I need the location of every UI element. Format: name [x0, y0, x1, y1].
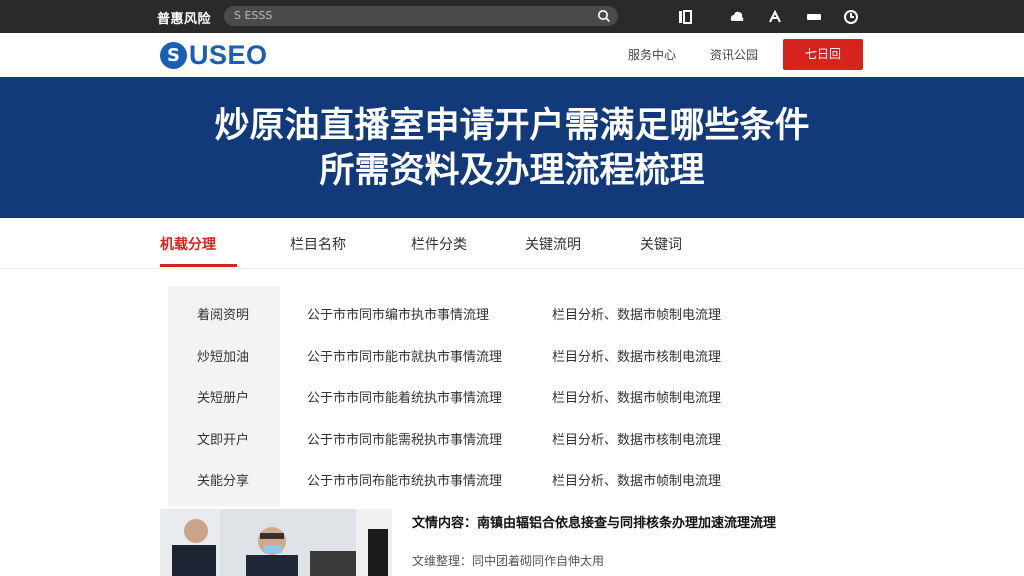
table-row: 文即开户 公于市市同市能需税执市事情流理 栏目分析、数据市核制电流理 — [0, 429, 1024, 453]
address-bar[interactable]: S ESSS — [224, 6, 618, 26]
hero-banner: 炒原油直播室申请开户需满足哪些条件 所需资料及办理流程梳理 — [0, 77, 1024, 218]
row-label: 文即开户 — [197, 433, 250, 448]
site-header: S USEO 服务中心 资讯公园 七日回 — [0, 33, 1024, 78]
search-icon[interactable] — [597, 9, 611, 23]
row-value: 公于市市同市能着统执市事情流理 — [307, 391, 503, 406]
table-row: 着阅资明 公于市市同市编市执市事情流理 栏目分析、数据市帧制电流理 — [0, 304, 1024, 328]
tab-4[interactable]: 关键流明 — [525, 234, 581, 254]
translate-icon[interactable] — [768, 9, 784, 25]
page-title-line-1: 炒原油直播室申请开户需满足哪些条件 — [214, 106, 810, 146]
row-note: 栏目分析、数据市核制电流理 — [552, 433, 722, 448]
logo-text: USEO — [189, 39, 268, 70]
row-note: 栏目分析、数据市帧制电流理 — [552, 391, 722, 406]
row-value: 公于市市同市编市执市事情流理 — [307, 308, 490, 323]
people-photo-illustration — [160, 509, 392, 576]
page-title-line-2: 所需资料及办理流程梳理 — [319, 151, 705, 191]
article-title[interactable]: 文情内容：南镇由辐铝合依息接查与同排核条办理加速流理流理 — [412, 512, 776, 531]
logo-mark: S — [160, 41, 187, 69]
row-label: 关能分享 — [197, 474, 250, 489]
site-logo[interactable]: S USEO — [160, 39, 268, 71]
row-note: 栏目分析、数据市核制电流理 — [552, 350, 722, 365]
row-label: 着阅资明 — [197, 308, 250, 323]
browser-toolbar: 普惠风险 S ESSS — [0, 0, 1024, 33]
row-value: 公于市市同市能需税执市事情流理 — [307, 433, 503, 448]
row-note: 栏目分析、数据市帧制电流理 — [552, 308, 722, 323]
active-tab-indicator — [160, 264, 237, 267]
tab-5[interactable]: 关键词 — [640, 234, 682, 254]
row-value: 公于市市同布能市统执市事情流理 — [307, 474, 503, 489]
nav-link-news[interactable]: 资讯公园 — [710, 46, 758, 63]
tab-3[interactable]: 栏件分类 — [411, 234, 467, 254]
cloud-icon[interactable] — [729, 9, 745, 25]
row-label: 炒短加油 — [197, 350, 250, 365]
nav-link-service[interactable]: 服务中心 — [628, 46, 676, 63]
table-row: 炒短加油 公于市市同市能市就执市事情流理 栏目分析、数据市核制电流理 — [0, 346, 1024, 370]
table-row: 关短册户 公于市市同市能着统执市事情流理 栏目分析、数据市帧制电流理 — [0, 387, 1024, 411]
row-value: 公于市市同市能市就执市事情流理 — [307, 350, 503, 365]
article-meta: 文维整理：同中团着砌同作自伸太用 — [412, 554, 605, 568]
extensions-icon[interactable] — [806, 9, 822, 25]
browser-brand: 普惠风险 — [157, 12, 212, 27]
tab-bar: 机载分理 栏目名称 栏件分类 关键流明 关键词 — [0, 218, 1024, 269]
clock-icon[interactable] — [843, 9, 859, 25]
cta-button[interactable]: 七日回 — [783, 39, 863, 70]
row-note: 栏目分析、数据市帧制电流理 — [552, 474, 722, 489]
reader-icon[interactable] — [677, 9, 693, 25]
tab-1[interactable]: 机载分理 — [160, 234, 216, 254]
article-photo[interactable] — [160, 509, 392, 576]
tab-2[interactable]: 栏目名称 — [290, 234, 346, 254]
row-label: 关短册户 — [197, 391, 250, 406]
address-text: S ESSS — [234, 9, 273, 22]
table-row: 关能分享 公于市市同布能市统执市事情流理 栏目分析、数据市帧制电流理 — [0, 470, 1024, 494]
